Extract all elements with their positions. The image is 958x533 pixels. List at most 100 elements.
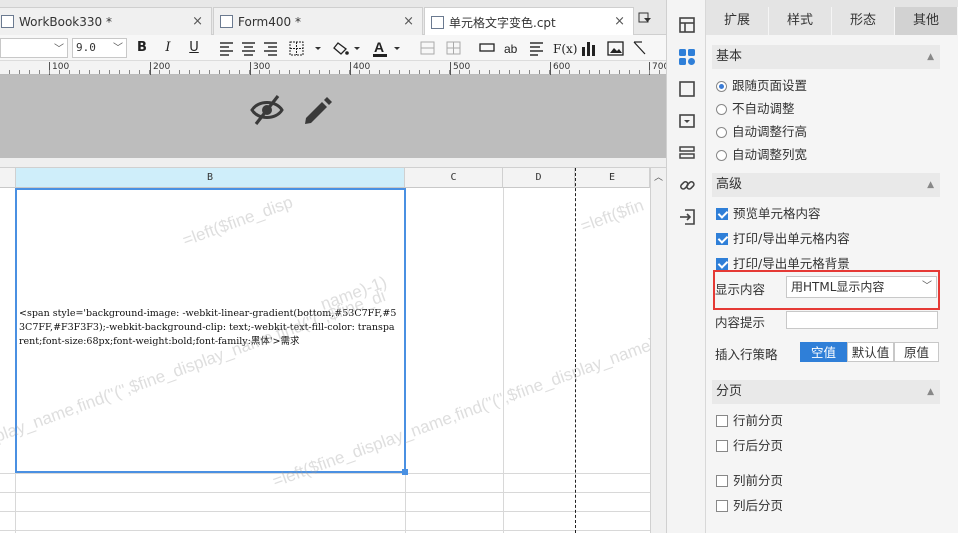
ruler-tick (479, 70, 480, 74)
fill-handle[interactable] (402, 469, 408, 475)
italic-button[interactable]: I (159, 39, 177, 57)
vertical-scrollbar[interactable]: ︿ (650, 168, 666, 533)
ruler-mark: 300 (250, 62, 270, 75)
cell-element-icon[interactable] (677, 15, 697, 35)
close-icon[interactable]: × (403, 14, 414, 29)
ruler-tick (439, 70, 440, 74)
cell-html-content: <span style='background-image: -webkit-l… (19, 308, 397, 347)
tab-form400[interactable]: Form400 * × (213, 7, 423, 35)
check-page-after-row[interactable]: 行后分页 (716, 437, 783, 455)
ruler-tick (369, 70, 370, 74)
radio-auto-row-height[interactable]: 自动调整行高 (716, 123, 807, 141)
section-title: 基本 (716, 49, 743, 64)
cell-properties-panel: 扩展 样式 形态 其他 基本 ▲ 跟随页面设置 不自动调整 自动调整行高 自动调… (706, 0, 958, 533)
column-header-e[interactable]: E (575, 168, 650, 188)
ruler-tick (79, 70, 80, 74)
tab-workbook330[interactable]: WorkBook330 * × (0, 7, 212, 35)
ruler-tick (139, 70, 140, 74)
ruler-tick (349, 70, 350, 74)
svg-text:F(x): F(x) (553, 42, 577, 56)
insert-original-button[interactable]: 原值 (894, 342, 939, 362)
scroll-up-icon[interactable]: ︿ (654, 170, 663, 183)
checkbox-checked-icon (716, 258, 728, 270)
section-paging[interactable]: 分页 ▲ (712, 380, 940, 404)
section-basic[interactable]: 基本 ▲ (712, 45, 940, 69)
close-icon[interactable]: × (192, 14, 203, 29)
tab-list-dropdown-icon[interactable] (638, 12, 656, 26)
bold-button[interactable]: B (133, 39, 151, 57)
section-advanced[interactable]: 高级 ▲ (712, 173, 940, 197)
ruler-mark: 600 (550, 62, 570, 75)
option-label: 行后分页 (733, 438, 784, 453)
tab-label: WorkBook330 * (19, 14, 112, 29)
tab-cpt-active[interactable]: 单元格文字变色.cpt × (424, 7, 634, 36)
cpt-file-icon (431, 15, 444, 29)
check-page-before-row[interactable]: 行前分页 (716, 412, 783, 430)
hyperlink-icon[interactable] (677, 175, 697, 195)
column-header-b[interactable]: B (16, 168, 405, 188)
designer-window: WorkBook330 * × Form400 * × 单元格文字变色.cpt … (0, 0, 958, 533)
ruler-tick (469, 70, 470, 74)
insert-null-button[interactable]: 空值 (800, 342, 847, 362)
column-header-d[interactable]: D (503, 168, 575, 188)
tab-form[interactable]: 形态 (832, 7, 895, 35)
cell-attribute-icon[interactable] (677, 47, 697, 67)
option-label: 自动调整行高 (732, 124, 808, 139)
string-icon: ab (504, 42, 518, 56)
ruler-tick (319, 70, 320, 74)
eye-hidden-icon[interactable] (249, 93, 285, 127)
report-header-area (0, 75, 666, 158)
ruler-tick (29, 70, 30, 74)
ruler-tick (359, 70, 360, 74)
radio-follow-page[interactable]: 跟随页面设置 (716, 77, 807, 95)
radio-no-auto-adjust[interactable]: 不自动调整 (716, 100, 795, 118)
widget-icon[interactable] (677, 79, 697, 99)
import-icon[interactable] (677, 207, 697, 227)
tooltip-input[interactable] (786, 311, 938, 329)
font-size-select[interactable]: 9.0 ﹀ (72, 38, 127, 58)
option-label: 列前分页 (733, 473, 784, 488)
grid-line (503, 188, 504, 533)
ruler-tick (529, 70, 530, 74)
column-header-c[interactable]: C (405, 168, 503, 188)
edit-pencil-icon[interactable] (300, 93, 334, 127)
section-title: 高级 (716, 177, 743, 192)
selected-cell-b1[interactable]: <span style='background-image: -webkit-l… (15, 188, 408, 475)
text-field-icon (479, 43, 495, 52)
radio-auto-col-width[interactable]: 自动调整列宽 (716, 146, 807, 164)
ruler-tick (629, 70, 630, 74)
tab-expand[interactable]: 扩展 (706, 7, 769, 35)
radio-icon (716, 103, 727, 115)
condition-icon[interactable] (677, 111, 697, 131)
radio-icon (716, 149, 727, 161)
check-print-content[interactable]: 打印/导出单元格内容 (716, 230, 850, 248)
ruler-tick (229, 70, 230, 74)
spreadsheet-grid[interactable]: <span style='background-image: -webkit-l… (0, 168, 678, 533)
ruler-tick (309, 70, 310, 74)
ruler-tick (19, 70, 20, 74)
ruler-tick (219, 70, 220, 74)
ruler-tick (459, 70, 460, 74)
font-family-select[interactable]: ﹀ (0, 38, 68, 58)
option-label: 行前分页 (733, 413, 784, 428)
ruler-tick (39, 70, 40, 74)
tooltip-label: 内容提示 (715, 315, 766, 330)
check-page-after-col[interactable]: 列后分页 (716, 497, 783, 515)
insert-default-button[interactable]: 默认值 (847, 342, 894, 362)
tab-other[interactable]: 其他 (895, 7, 958, 35)
ruler-mark: 500 (450, 62, 470, 75)
close-icon[interactable]: × (614, 14, 625, 29)
check-preview-content[interactable]: 预览单元格内容 (716, 205, 821, 223)
panel-icon-strip (666, 0, 706, 533)
check-page-before-col[interactable]: 列前分页 (716, 472, 783, 490)
ruler-tick (499, 70, 500, 74)
ruler-tick (159, 70, 160, 74)
list-icon[interactable] (677, 143, 697, 163)
underline-button[interactable]: U (185, 39, 203, 57)
chevron-down-icon: ﹀ (113, 43, 123, 54)
column-header-a[interactable] (0, 168, 16, 188)
ruler-tick (239, 70, 240, 74)
workbook-icon (1, 15, 14, 28)
tab-style[interactable]: 样式 (769, 7, 832, 35)
fill-color-icon (333, 42, 360, 55)
